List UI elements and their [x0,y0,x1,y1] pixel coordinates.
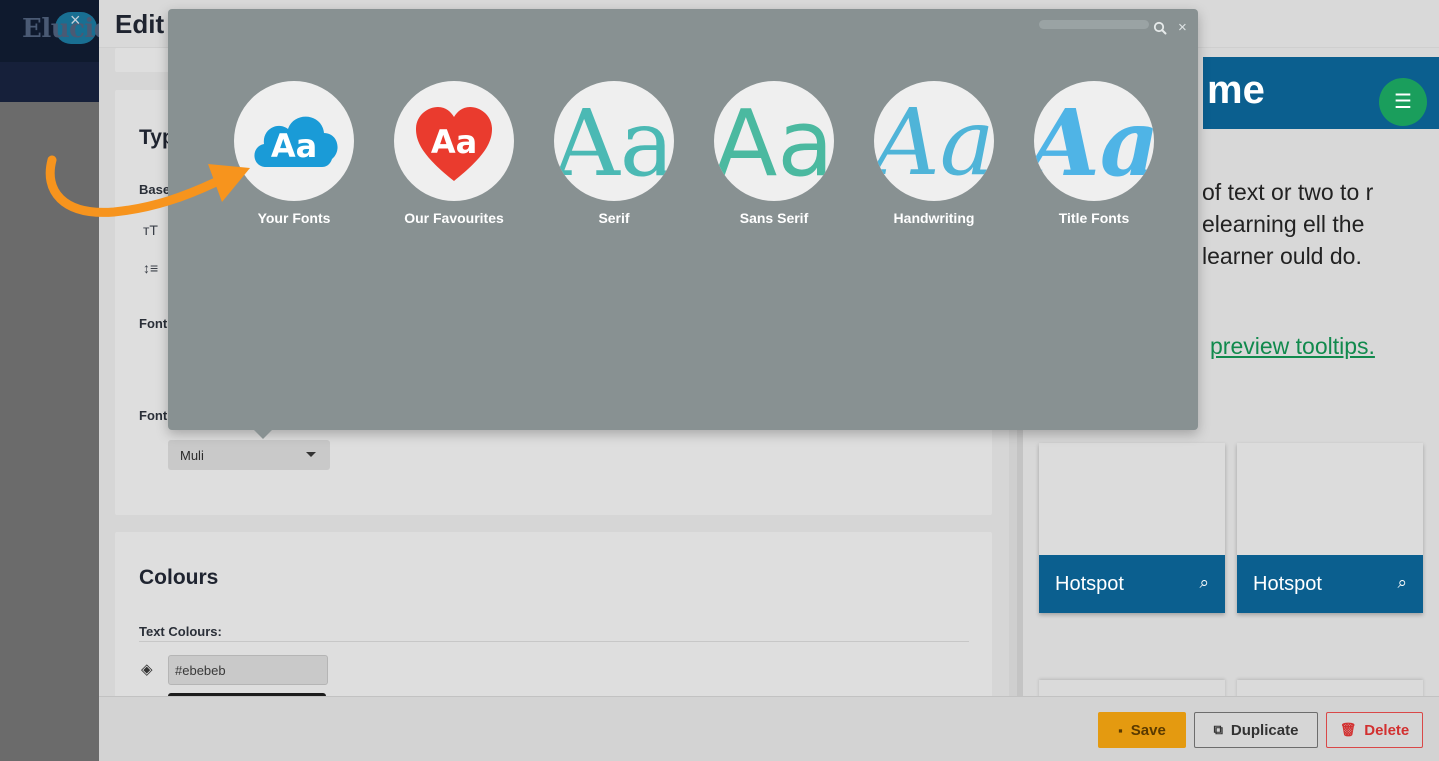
font-category-circle: Aa [1034,81,1154,201]
font-category-label: Our Favourites [404,210,504,226]
trash-icon: 🗑 [1339,722,1357,737]
delete-button[interactable]: 🗑 Delete [1326,712,1423,748]
heart-aa-icon: Aa [416,107,492,181]
font-category-handwriting[interactable]: Aa Handwriting [864,81,1004,226]
paint-bucket-icon: ◈ [141,661,153,678]
search-icon[interactable] [1153,21,1167,35]
save-label: Save [1130,721,1166,739]
handwriting-aa-icon: Aa [874,89,994,196]
font-category-serif[interactable]: Aa Serif [544,81,684,226]
close-icon[interactable]: × [1178,19,1187,36]
search-icon: ⌕ [1199,573,1209,592]
colours-card: Colours Text Colours: ◈ #ebebeb [115,532,992,703]
menu-button[interactable]: ☰ [1379,78,1427,126]
preview-title: me [1207,68,1265,112]
font-category-circle: Aa [394,81,514,201]
duplicate-label: Duplicate [1230,721,1299,739]
search-icon: ⌕ [1397,573,1407,592]
editor-title: Edit [115,9,165,39]
divider [139,641,969,642]
duplicate-button[interactable]: ⧉ Duplicate [1194,712,1318,748]
preview-body-text: of text or two to r elearning ell the le… [1202,179,1374,269]
close-editor-button[interactable]: × [70,10,81,31]
font-label-1: Font [139,316,168,331]
popup-pointer [254,430,272,439]
text-colour-input[interactable]: #ebebeb [168,655,328,685]
hotspot-bar: Hotspot ⌕ [1039,555,1225,613]
title-aa-icon: Aa [1034,89,1154,197]
font-category-label: Title Fonts [1058,210,1130,226]
hotspot-bar: Hotspot ⌕ [1237,555,1423,613]
delete-label: Delete [1364,721,1410,739]
font-select-value: Muli [180,448,204,463]
heart-aa-glyph: Aa [431,123,477,161]
font-category-circle: Aa [874,81,994,201]
text-colours-label: Text Colours: [139,624,222,639]
hotspot-card[interactable]: Hotspot ⌕ [1237,443,1423,613]
floppy-disk-icon: ▪ [1118,722,1123,738]
text-colour-value: #ebebeb [175,663,226,678]
font-category-sans-serif[interactable]: Aa Sans Serif [704,81,844,226]
font-search-input[interactable] [1039,20,1149,29]
font-picker-popup: × Aa Your Fonts Aa Our Favourites Aa Ser… [168,9,1198,430]
sans-serif-aa-icon: Aa [714,90,834,197]
font-category-circle: Aa [554,81,674,201]
background-app: Elucid × [0,0,112,761]
preview-tooltip-link[interactable]: preview tooltips. [1210,333,1375,360]
background-app-header: Elucid × [0,0,112,62]
font-select[interactable]: Muli [168,440,330,470]
caret-down-icon [306,452,316,457]
font-category-label: Sans Serif [739,210,809,226]
background-app-band [0,62,100,102]
font-category-label: Serif [598,210,630,226]
orange-arrow-icon [45,155,250,217]
font-label-2: Font [139,408,168,423]
hotspot-card[interactable]: Hotspot ⌕ [1039,443,1225,613]
editor-footer: ▪ Save ⧉ Duplicate 🗑 Delete [99,696,1439,761]
font-category-our-favourites[interactable]: Aa Our Favourites [384,81,524,226]
serif-aa-icon: Aa [554,90,674,197]
line-height-icon: ↕≡ [143,260,159,276]
cloud-aa-glyph: Aa [271,127,317,165]
font-category-title-fonts[interactable]: Aa Title Fonts [1024,81,1164,226]
colours-heading: Colours [139,566,219,589]
font-category-label: Handwriting [893,210,975,226]
font-category-circle: Aa [714,81,834,201]
save-button[interactable]: ▪ Save [1098,712,1186,748]
hotspot-label: Hotspot [1055,573,1124,595]
hotspot-label: Hotspot [1253,573,1322,595]
copy-icon: ⧉ [1213,722,1223,737]
